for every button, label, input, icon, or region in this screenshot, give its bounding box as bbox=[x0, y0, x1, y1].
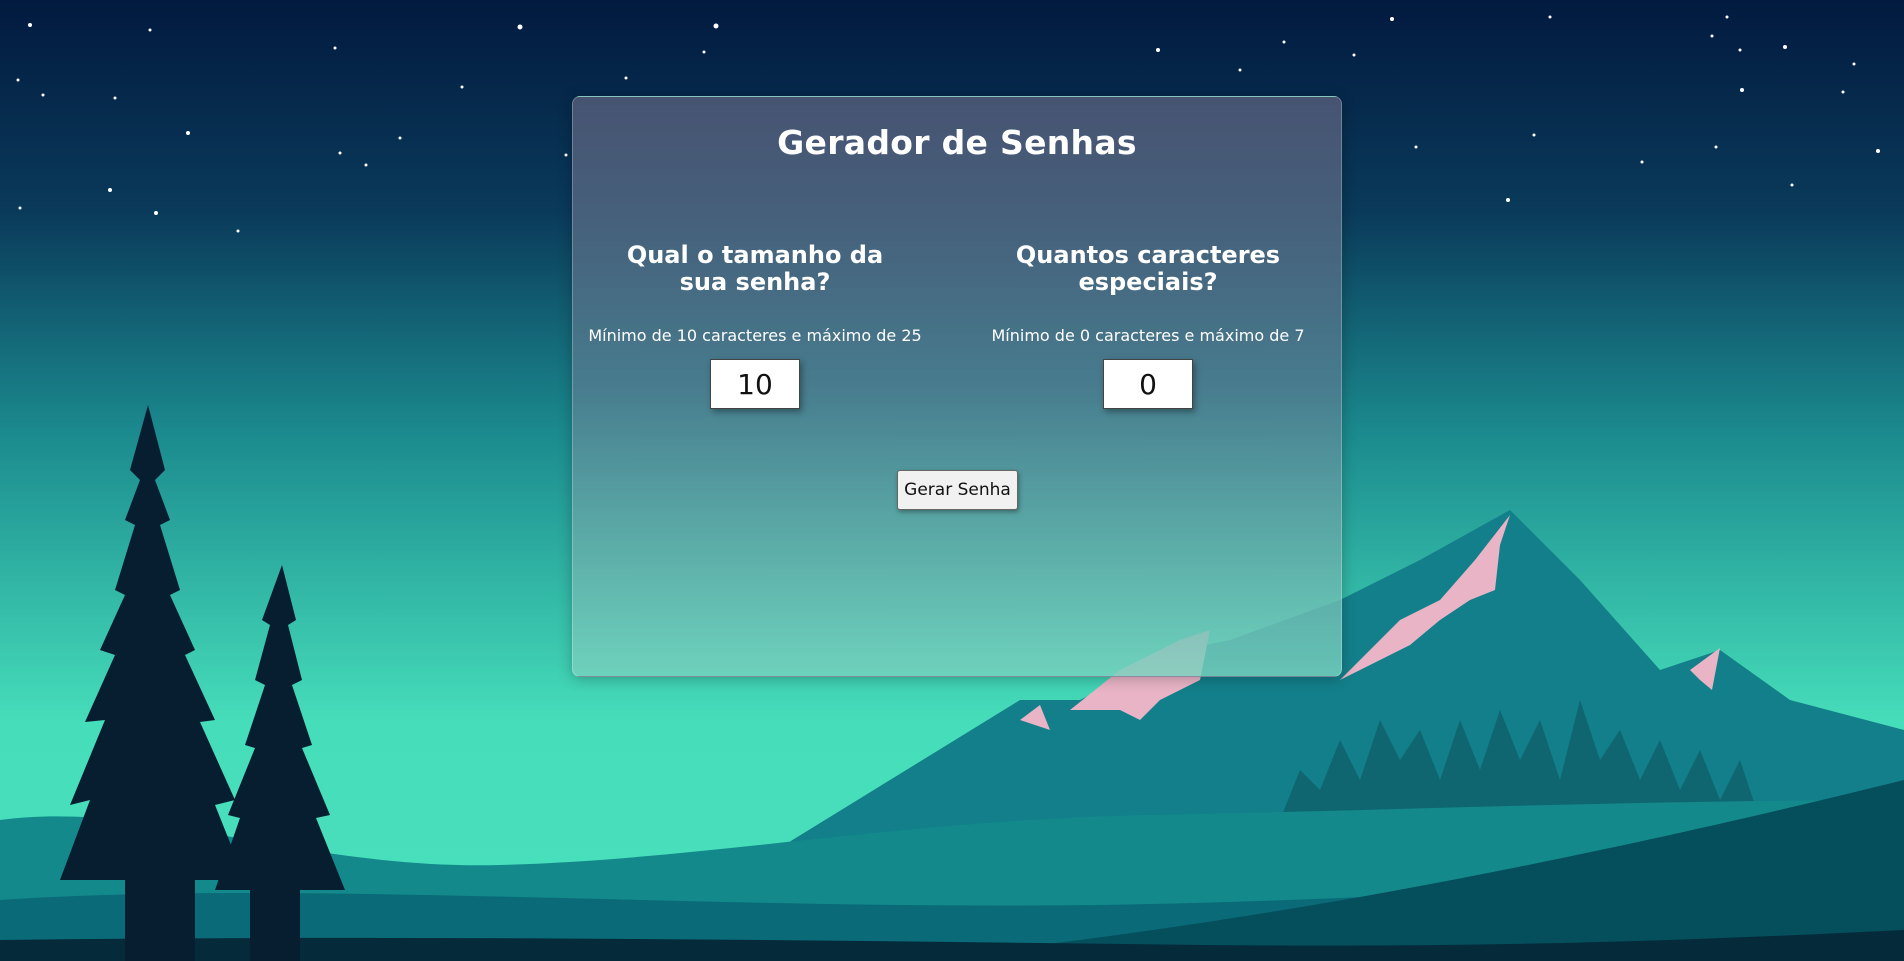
special-chars-input[interactable] bbox=[1103, 359, 1193, 409]
length-section: Qual o tamanho da sua senha? Mínimo de 1… bbox=[585, 239, 925, 409]
generate-password-button[interactable]: Gerar Senha bbox=[897, 470, 1018, 510]
length-input[interactable] bbox=[710, 359, 800, 409]
password-generator-card: Gerador de Senhas Qual o tamanho da sua … bbox=[572, 96, 1342, 677]
length-heading: Qual o tamanho da sua senha? bbox=[626, 241, 884, 296]
page-title: Gerador de Senhas bbox=[777, 123, 1137, 162]
special-chars-section: Quantos caracteres especiais? Mínimo de … bbox=[978, 239, 1318, 409]
length-hint: Mínimo de 10 caracteres e máximo de 25 bbox=[588, 326, 922, 345]
special-chars-hint: Mínimo de 0 caracteres e máximo de 7 bbox=[991, 326, 1305, 345]
special-chars-heading: Quantos caracteres especiais? bbox=[1015, 241, 1281, 296]
